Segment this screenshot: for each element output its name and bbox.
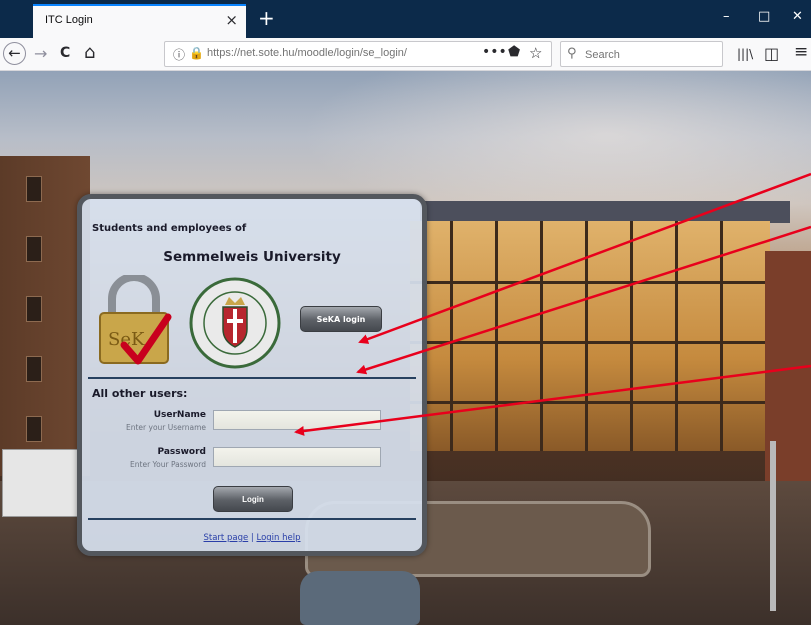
password-hint: Enter Your Password <box>130 460 206 469</box>
floor-line <box>410 281 770 284</box>
window <box>26 236 42 262</box>
login-help-link[interactable]: Login help <box>256 533 300 543</box>
username-input[interactable] <box>213 410 381 430</box>
mullion <box>630 221 633 451</box>
search-bar[interactable]: ⚲ <box>560 41 723 67</box>
car <box>300 571 420 625</box>
university-name: Semmelweis University <box>163 249 341 265</box>
start-page-link[interactable]: Start page <box>204 533 249 543</box>
library-icon[interactable]: |||\ <box>737 47 753 61</box>
floor-line <box>410 341 770 344</box>
mullion <box>495 221 498 451</box>
search-input[interactable] <box>583 45 722 65</box>
tab-close-icon[interactable]: × <box>225 11 238 29</box>
browser-titlebar: ITC Login × + – □ ✕ <box>0 0 811 38</box>
search-icon: ⚲ <box>567 46 577 61</box>
truck <box>2 449 82 517</box>
minimize-button[interactable]: – <box>723 9 730 24</box>
mullion <box>720 221 723 451</box>
section-divider <box>88 518 416 520</box>
floor-line <box>410 401 770 404</box>
tab-title: ITC Login <box>45 14 93 26</box>
page-background-photo: Students and employees of Semmelweis Uni… <box>0 71 811 625</box>
section-divider <box>88 377 416 379</box>
sek-padlock-icon: SeK <box>99 275 172 365</box>
window <box>26 176 42 202</box>
intro-text: Students and employees of <box>92 223 247 234</box>
tab-itc-login[interactable]: ITC Login × <box>33 4 246 38</box>
info-icon[interactable]: ⓘ <box>173 46 185 63</box>
glass-facade <box>410 221 770 451</box>
username-hint: Enter your Username <box>126 423 206 432</box>
login-button[interactable]: Login <box>213 486 293 512</box>
mullion <box>585 221 588 451</box>
roof <box>420 201 790 223</box>
username-label: UserName <box>153 410 206 420</box>
sidebar-icon[interactable]: ◫ <box>764 44 779 63</box>
new-tab-button[interactable]: + <box>258 6 275 30</box>
mullion <box>675 221 678 451</box>
back-button[interactable]: ← <box>3 42 26 65</box>
home-button[interactable]: ⌂ <box>84 42 95 63</box>
lamp-post <box>770 441 776 611</box>
password-label: Password <box>157 447 206 457</box>
mullion <box>540 221 543 451</box>
bookmark-star-icon[interactable]: ☆ <box>529 44 542 62</box>
lock-warning-icon[interactable]: 🔒 <box>189 46 204 60</box>
window <box>26 356 42 382</box>
pocket-icon[interactable]: ⬟ <box>508 44 520 60</box>
url-bar[interactable]: ⓘ 🔒 https://net.sote.hu/moodle/login/se_… <box>164 41 552 67</box>
login-panel: Students and employees of Semmelweis Uni… <box>77 194 427 556</box>
university-seal-icon <box>189 277 281 369</box>
reload-button[interactable]: C <box>60 45 70 61</box>
mullion <box>450 221 453 451</box>
page-actions-icon[interactable]: ••• <box>482 44 507 60</box>
all-other-users-heading: All other users: <box>92 387 188 400</box>
password-input[interactable] <box>213 447 381 467</box>
url-text[interactable]: https://net.sote.hu/moodle/login/se_logi… <box>207 47 407 59</box>
close-window-button[interactable]: ✕ <box>792 9 803 24</box>
menu-icon[interactable]: ≡ <box>794 42 808 62</box>
footer-links: Start page | Login help <box>82 533 422 543</box>
navigation-toolbar: ← → C ⌂ ⓘ 🔒 https://net.sote.hu/moodle/l… <box>0 38 811 71</box>
forward-button[interactable]: → <box>34 44 47 63</box>
window <box>26 416 42 442</box>
window <box>26 296 42 322</box>
maximize-button[interactable]: □ <box>758 9 770 24</box>
seka-login-button[interactable]: SeKA login <box>300 306 382 332</box>
